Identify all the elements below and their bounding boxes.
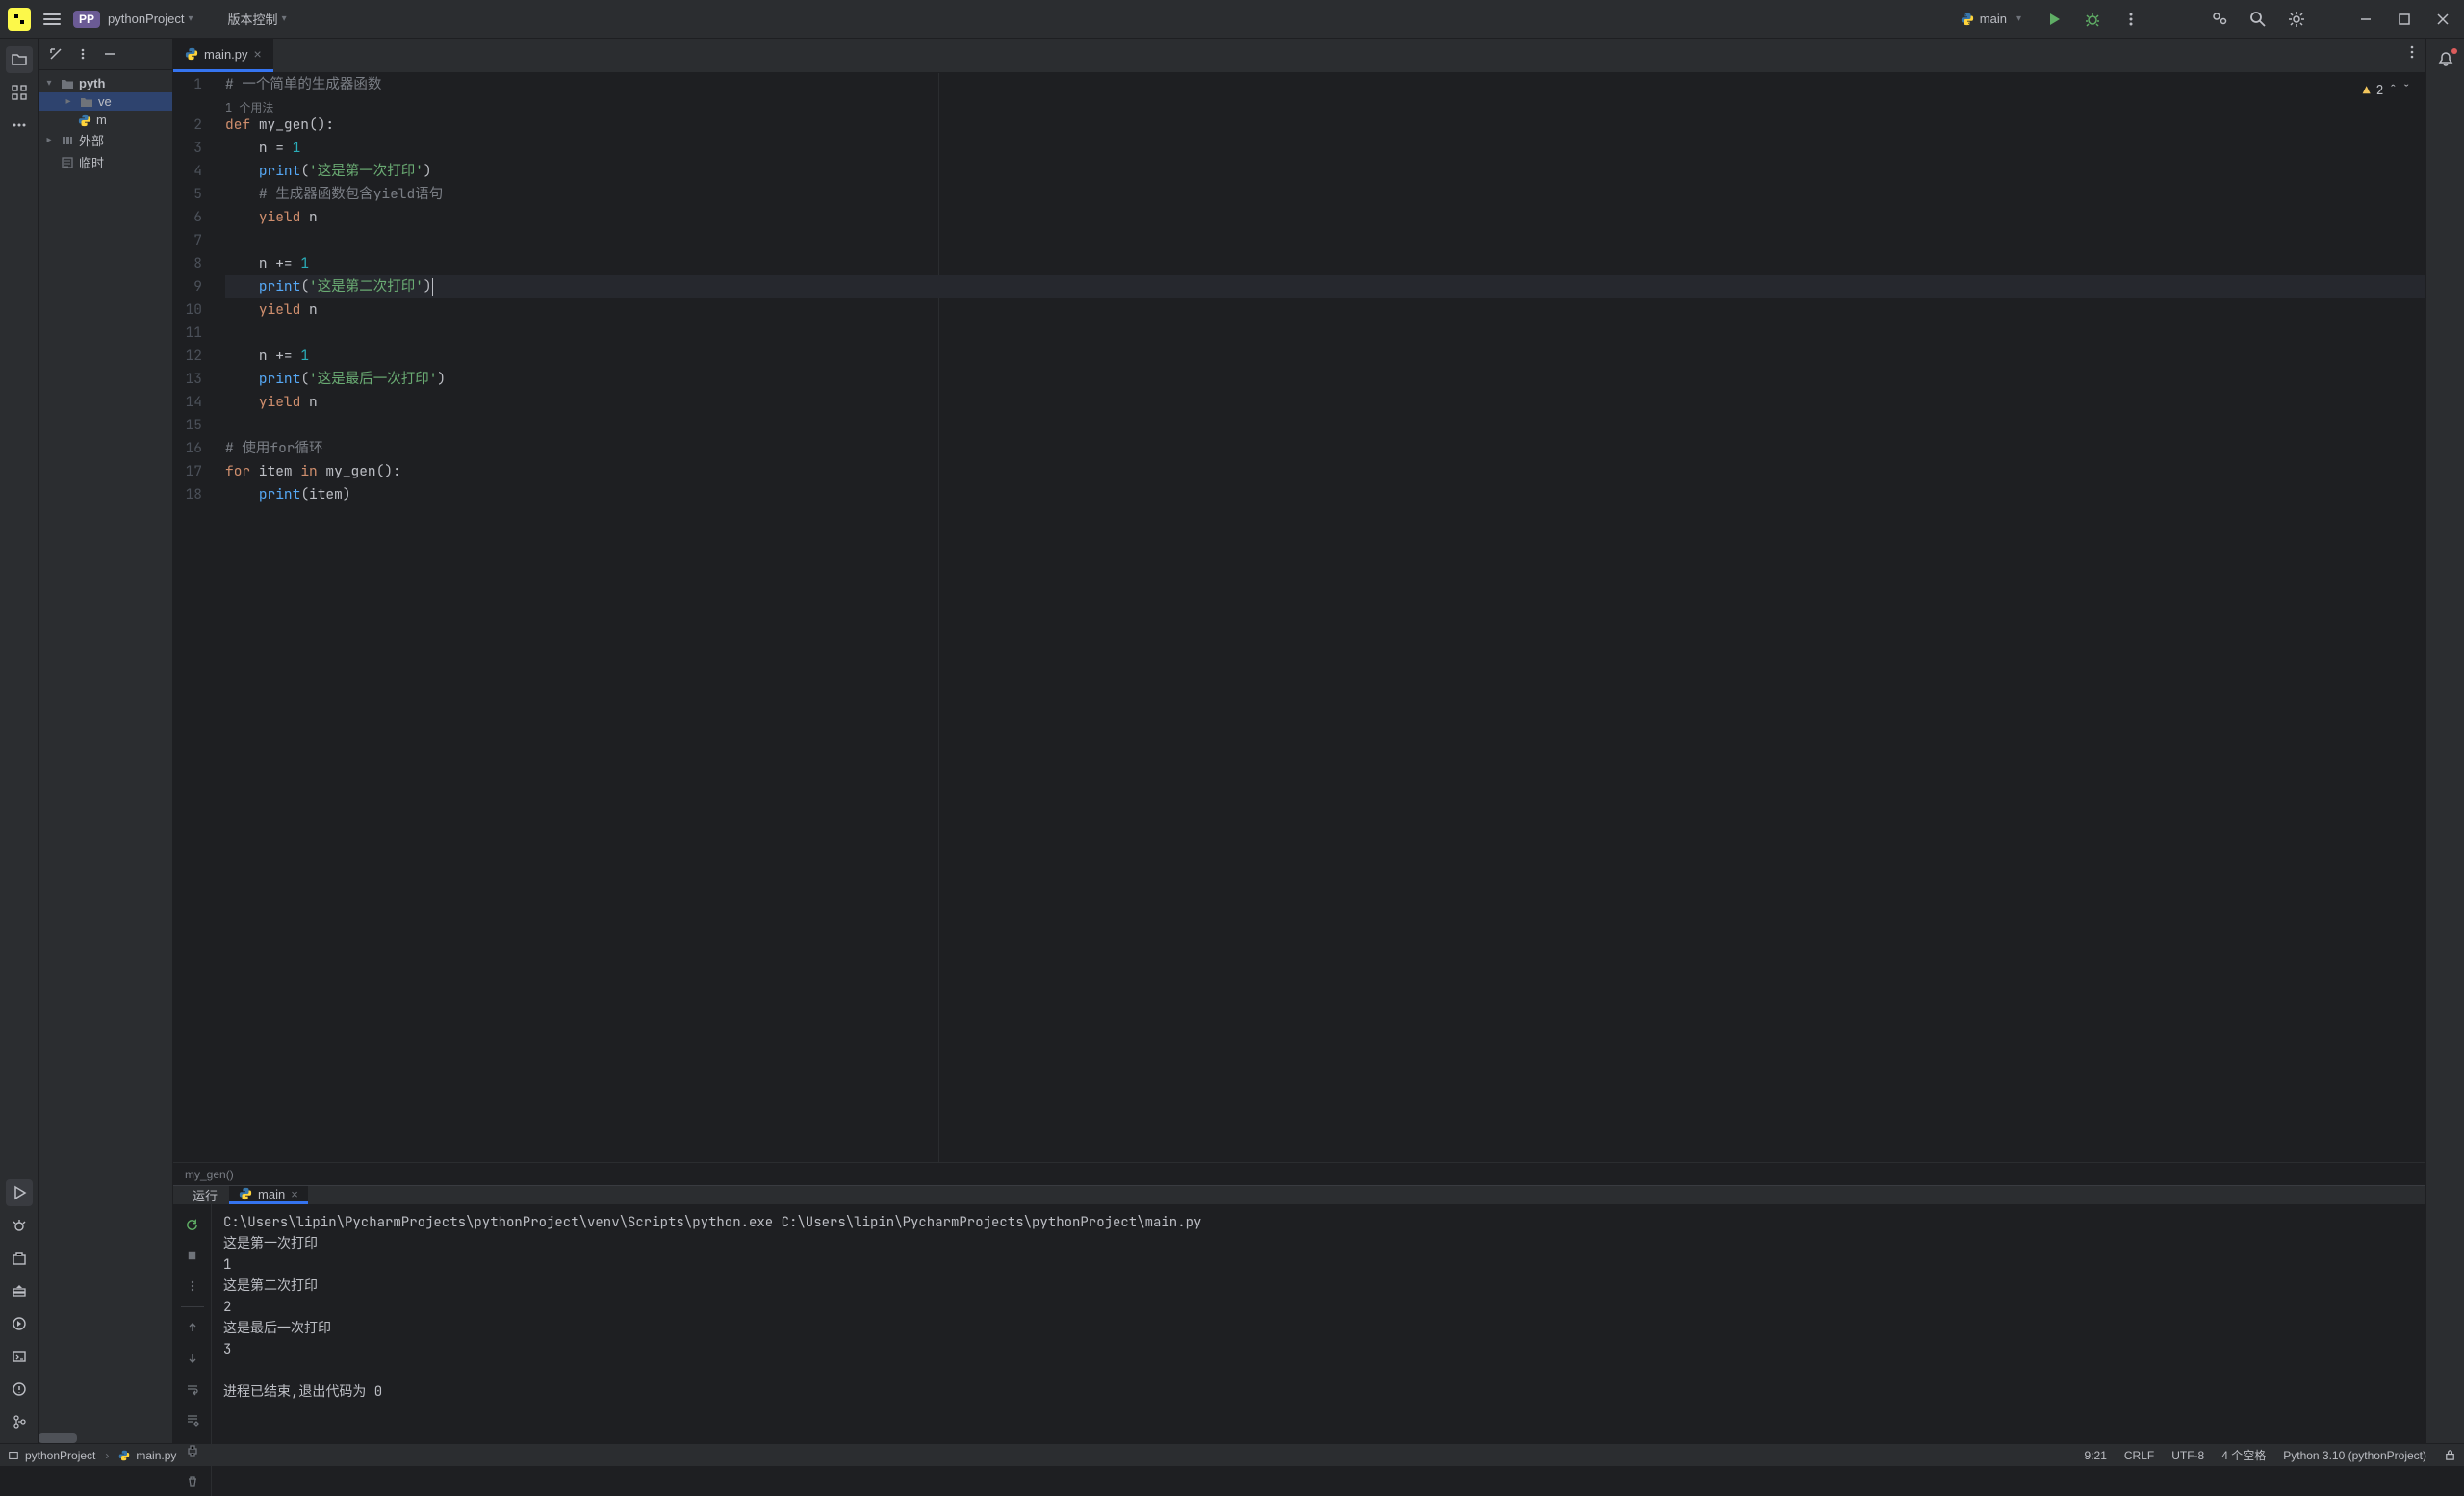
editor-tab-main[interactable]: main.py ×	[173, 39, 273, 72]
chevron-down-icon: ▾	[42, 78, 56, 89]
run-panel: 运行 main ×	[173, 1185, 2426, 1443]
app-logo	[8, 8, 31, 31]
maximize-button[interactable]	[2391, 6, 2418, 33]
editor-tab-label: main.py	[204, 47, 248, 62]
tree-label: 临时	[79, 153, 104, 171]
more-actions-button[interactable]	[2118, 6, 2144, 33]
project-tree[interactable]: ▾ pyth ▸ ve m ▸ 外部 ▸	[38, 70, 172, 1443]
code-area[interactable]: # 一个简单的生成器函数 1 个用法 def my_gen(): n = 1 p…	[221, 73, 2426, 1162]
sb-position[interactable]: 9:21	[2085, 1449, 2107, 1462]
sb-interpreter[interactable]: Python 3.10 (pythonProject)	[2283, 1449, 2426, 1462]
code-with-me-button[interactable]	[2206, 6, 2233, 33]
sb-file[interactable]: main.py	[136, 1449, 176, 1462]
library-icon	[60, 134, 75, 147]
tree-label: m	[96, 113, 107, 127]
sidebar-collapse-button[interactable]	[100, 44, 119, 64]
chevron-down-icon: ▾	[282, 13, 287, 24]
more-tool-button[interactable]	[6, 112, 33, 139]
minimize-button[interactable]	[2352, 6, 2379, 33]
sidebar-more-button[interactable]	[73, 44, 92, 64]
chevron-down-icon: ▾	[2016, 13, 2021, 24]
sb-line-ending[interactable]: CRLF	[2124, 1449, 2154, 1462]
gutter[interactable]: 1 2 3 4 5 6 7 8 9 10 11 12 13 1	[173, 73, 221, 1162]
problems-tool-button[interactable]	[6, 1376, 33, 1403]
folder-icon	[60, 77, 75, 90]
project-sidebar: ▾ pyth ▸ ve m ▸ 外部 ▸	[38, 39, 173, 1443]
debug-tool-button[interactable]	[6, 1212, 33, 1239]
close-button[interactable]	[2429, 6, 2456, 33]
run-config-selector[interactable]: main ▾	[1953, 8, 2029, 30]
run-button[interactable]	[2040, 6, 2067, 33]
editor-more-button[interactable]	[2399, 39, 2426, 65]
sb-project[interactable]: pythonProject	[25, 1449, 95, 1462]
left-toolwindow-bar	[0, 39, 38, 1443]
project-name: pythonProject	[108, 12, 185, 26]
vcs-tool-button[interactable]	[6, 1408, 33, 1435]
clear-button[interactable]	[178, 1467, 207, 1496]
chevron-right-icon: ›	[105, 1449, 109, 1462]
text-caret	[432, 278, 433, 296]
tree-label: pyth	[79, 76, 105, 90]
scroll-up-button[interactable]	[178, 1313, 207, 1342]
chevron-right-icon: ▸	[62, 96, 75, 107]
titlebar: PP pythonProject ▾ 版本控制 ▾ main ▾	[0, 0, 2464, 39]
sb-encoding[interactable]: UTF-8	[2171, 1449, 2204, 1462]
tree-external-libs[interactable]: ▸ 外部	[38, 129, 172, 151]
settings-button[interactable]	[2283, 6, 2310, 33]
scroll-to-end-button[interactable]	[178, 1406, 207, 1434]
stop-button[interactable]	[178, 1241, 207, 1270]
editor-breadcrumb[interactable]: my_gen()	[173, 1162, 2426, 1185]
run-config-name: main	[1980, 12, 2007, 26]
search-button[interactable]	[2245, 6, 2272, 33]
editor-body[interactable]: ▲ 2 ˆ ˇ 1 2 3 4 5 6 7 8	[173, 73, 2426, 1162]
vcs-menu[interactable]: 版本控制 ▾	[213, 10, 287, 28]
python-packages-button[interactable]	[6, 1245, 33, 1272]
soft-wrap-button[interactable]	[178, 1375, 207, 1404]
hide-sidebar-button[interactable]	[46, 44, 65, 64]
close-tab-button[interactable]: ×	[254, 46, 262, 62]
tree-main-py[interactable]: m	[38, 111, 172, 129]
run-more-button[interactable]	[178, 1272, 207, 1301]
python-icon	[1961, 13, 1974, 26]
run-tab-label: main	[258, 1187, 285, 1201]
sidebar-scrollbar[interactable]	[38, 1433, 77, 1443]
python-icon	[239, 1187, 252, 1200]
python-icon	[118, 1450, 130, 1461]
chevron-right-icon: ▸	[42, 135, 56, 145]
project-tool-button[interactable]	[6, 46, 33, 73]
tree-label: 外部	[79, 131, 104, 149]
python-icon	[77, 114, 92, 127]
terminal-tool-button[interactable]	[6, 1343, 33, 1370]
run-config-tab[interactable]: main ×	[229, 1186, 308, 1204]
notifications-button[interactable]	[2432, 46, 2459, 73]
notification-dot	[2451, 48, 2457, 54]
scroll-down-button[interactable]	[178, 1344, 207, 1373]
tree-venv[interactable]: ▸ ve	[38, 92, 172, 111]
run-tool-button[interactable]	[6, 1179, 33, 1206]
project-badge: PP	[73, 11, 100, 28]
tree-label: ve	[98, 94, 112, 109]
tree-project-root[interactable]: ▾ pyth	[38, 74, 172, 92]
vcs-label: 版本控制	[228, 10, 278, 28]
tree-scratches[interactable]: ▸ 临时	[38, 151, 172, 173]
right-toolwindow-bar	[2426, 39, 2464, 1443]
services-tool-button[interactable]	[6, 1277, 33, 1304]
run-panel-label: 运行	[185, 1186, 225, 1204]
rerun-button[interactable]	[178, 1210, 207, 1239]
sb-lock-icon[interactable]	[2444, 1449, 2456, 1461]
scratch-icon	[60, 156, 75, 169]
close-run-tab-button[interactable]: ×	[291, 1187, 298, 1201]
sb-folder-icon	[8, 1450, 19, 1461]
chevron-down-icon: ▾	[189, 13, 193, 24]
structure-tool-button[interactable]	[6, 79, 33, 106]
folder-icon	[79, 95, 94, 109]
sb-indent[interactable]: 4 个空格	[2221, 1447, 2266, 1463]
project-selector[interactable]: pythonProject ▾	[108, 12, 193, 26]
python-console-button[interactable]	[6, 1310, 33, 1337]
python-icon	[185, 47, 198, 61]
debug-button[interactable]	[2079, 6, 2106, 33]
main-menu-button[interactable]	[38, 6, 65, 33]
editor-tabs: main.py ×	[173, 39, 2426, 73]
